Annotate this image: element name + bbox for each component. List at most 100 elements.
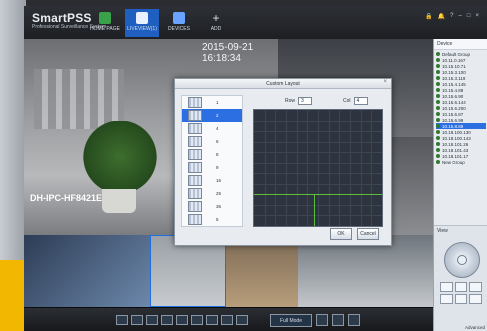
layout-option[interactable]: 2 [182, 109, 242, 122]
layout-thumbnail-icon [188, 201, 202, 212]
record-icon[interactable] [332, 314, 344, 326]
focus-out-button[interactable] [454, 294, 468, 304]
layout-option[interactable]: 5 [182, 213, 242, 226]
grid-line-vertical [265, 110, 266, 226]
zoom-out-button[interactable] [440, 294, 453, 304]
device-tree-item[interactable]: New Group [436, 159, 486, 165]
video-tile-bottom-1[interactable] [24, 235, 150, 307]
col-label: Col [343, 98, 351, 104]
device-status-icon [436, 94, 440, 98]
device-tree-label: 10.15.3.100 [442, 69, 466, 75]
camera-icon [136, 12, 148, 24]
ptz-center-button[interactable] [457, 255, 467, 265]
layout-option[interactable]: 4 [182, 122, 242, 135]
col-control: Col 4 [343, 97, 368, 105]
nav-homepage[interactable]: HOME PAGE [88, 9, 122, 37]
layout-option-label: 36 [216, 204, 222, 209]
focus-button[interactable] [454, 282, 468, 292]
layout-option[interactable]: 25 [182, 187, 242, 200]
layout-9-button[interactable] [176, 315, 188, 325]
close-icon[interactable]: × [475, 13, 479, 20]
device-status-icon [436, 148, 440, 152]
layout-thumbnail-icon [188, 123, 202, 134]
bottom-toolbar: Full Mode [24, 307, 433, 331]
layout-option[interactable]: 9 [182, 161, 242, 174]
layout-option[interactable]: 1 [182, 96, 242, 109]
layout-option[interactable]: 6 [182, 135, 242, 148]
col-spinner[interactable]: 4 [353, 97, 368, 105]
layout-option-label: 16 [216, 178, 222, 183]
iris-out-button[interactable] [469, 294, 482, 304]
grid-line-vertical [371, 110, 372, 226]
row-label: Row [285, 98, 296, 104]
scene-gates [34, 69, 124, 129]
split-line-horizontal [254, 194, 382, 195]
settings-icon[interactable] [348, 314, 360, 326]
zoom-in-button[interactable] [440, 282, 453, 292]
dialog-titlebar: Custom Layout × [175, 79, 391, 89]
layout-option-label: 5 [216, 217, 219, 222]
device-status-icon [436, 154, 440, 158]
device-status-icon [436, 160, 440, 164]
advanced-link[interactable]: Advanced [465, 325, 485, 330]
scene-pot [102, 189, 136, 213]
video-camera-name: DH-IPC-HF8421E [30, 193, 103, 203]
cancel-button[interactable]: Cancel [357, 228, 379, 240]
layout-custom-button[interactable] [236, 315, 248, 325]
layout-option-label: 8 [216, 152, 219, 157]
layout-4-button[interactable] [131, 315, 143, 325]
device-tree-label: 10.18.100.130 [442, 129, 471, 135]
layout-36-button[interactable] [221, 315, 233, 325]
row-spinner[interactable]: 3 [298, 97, 313, 105]
iris-button[interactable] [469, 282, 482, 292]
question-icon[interactable]: ? [450, 13, 453, 20]
layout-option-label: 25 [216, 191, 222, 196]
device-status-icon [436, 106, 440, 110]
app-screenshot: SmartPSS Professional Surveillance Syste… [0, 0, 487, 331]
layout-option[interactable]: 16 [182, 174, 242, 187]
dialog-close-icon[interactable]: × [383, 79, 387, 85]
device-tree-label: 10.18.100.143 [442, 135, 471, 141]
layout-option-label: 9 [216, 165, 219, 170]
maximize-icon[interactable]: □ [467, 13, 471, 20]
device-status-icon [436, 136, 440, 140]
layout-1-button[interactable] [116, 315, 128, 325]
layout-thumbnail-icon [188, 136, 202, 147]
layout-thumbnail-icon [188, 188, 202, 199]
layout-option[interactable]: 8 [182, 148, 242, 161]
nav-liveview[interactable]: LIVEVIEW(1) [125, 9, 159, 37]
layout-thumbnail-icon [188, 97, 202, 108]
lock-icon[interactable]: 🔒 [425, 13, 432, 20]
nav-homepage-label: HOME PAGE [90, 26, 120, 32]
layout-6-button[interactable] [146, 315, 158, 325]
device-tree-label: 10.18.101.17 [442, 153, 469, 159]
window-controls: 🔒 🔔 ? – □ × [425, 13, 479, 20]
grid-line-vertical [275, 110, 276, 226]
device-status-icon [436, 70, 440, 74]
layout-preview-grid[interactable] [253, 109, 383, 227]
layout-25-button[interactable] [206, 315, 218, 325]
device-tree-label: New Group [442, 159, 465, 165]
layout-option-label: 1 [216, 100, 219, 105]
dialog-actions: OK Cancel [330, 228, 379, 240]
layout-8-button[interactable] [161, 315, 173, 325]
device-status-icon [436, 130, 440, 134]
grid-line-vertical [361, 110, 362, 226]
layout-16-button[interactable] [191, 315, 203, 325]
nav-liveview-label: LIVEVIEW(1) [127, 26, 157, 32]
fullscreen-mode-button[interactable]: Full Mode [270, 314, 312, 327]
bell-icon[interactable]: 🔔 [438, 13, 445, 20]
minimize-icon[interactable]: – [459, 13, 462, 20]
ok-button[interactable]: OK [330, 228, 352, 240]
layout-thumbnail-icon [188, 214, 202, 225]
nav-add[interactable]: + ADD [199, 9, 233, 37]
layout-option-label: 2 [216, 113, 219, 118]
device-status-icon [436, 112, 440, 116]
nav-devices[interactable]: DEVICES [162, 9, 196, 37]
add-icon: + [212, 11, 220, 25]
layout-option[interactable]: 36 [182, 200, 242, 213]
device-tree-label: 10.15.3.119 [442, 75, 466, 81]
expand-icon[interactable] [316, 314, 328, 326]
ptz-buttons [440, 282, 482, 304]
grid-line-vertical [318, 110, 319, 226]
